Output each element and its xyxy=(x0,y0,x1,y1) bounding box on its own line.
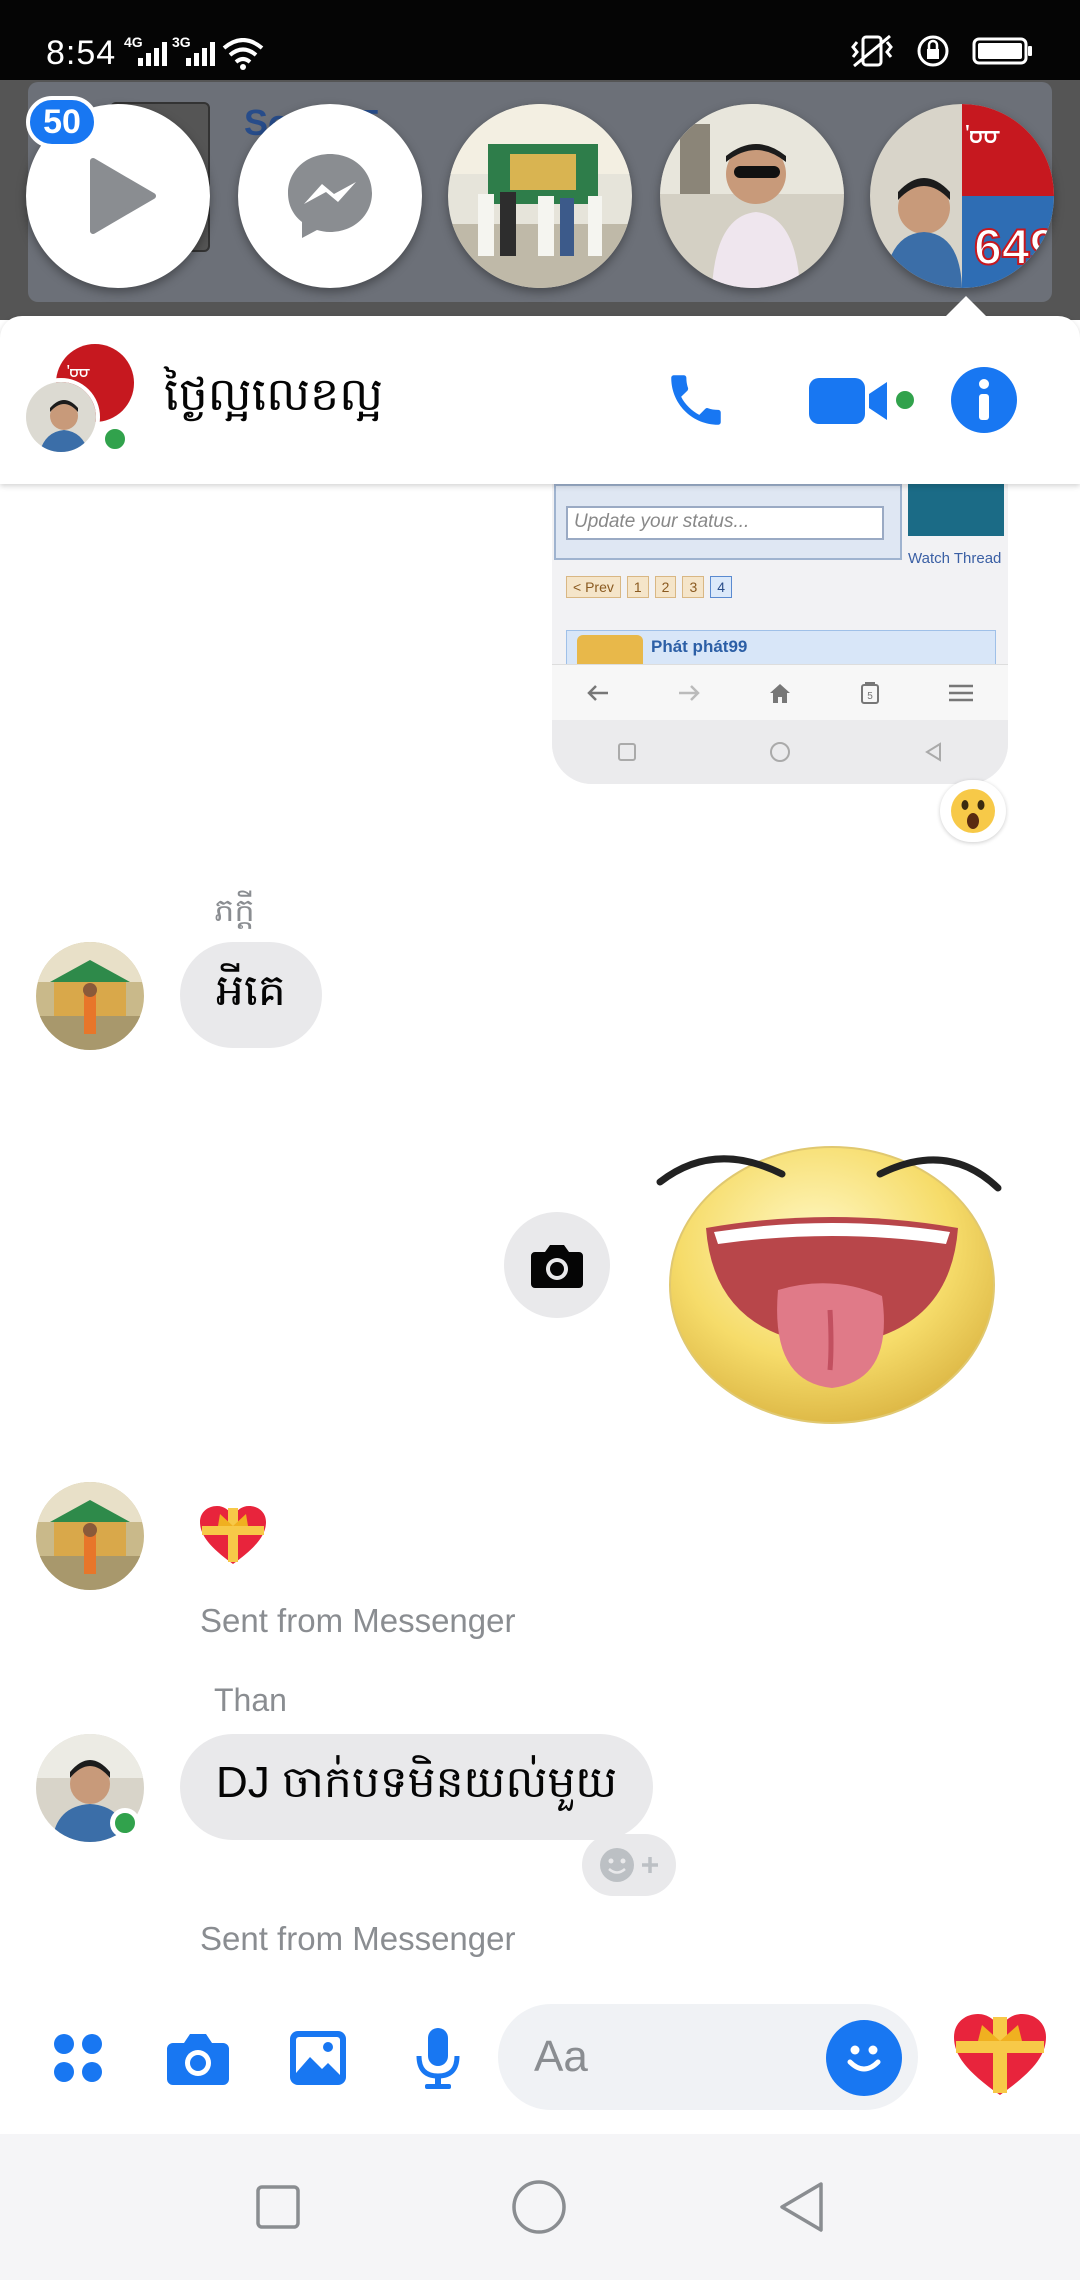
back-triangle-icon xyxy=(924,742,941,762)
gallery-button[interactable] xyxy=(274,2014,362,2102)
chat-head-ceremony[interactable] xyxy=(448,104,632,288)
message-bubble[interactable]: អីគេ xyxy=(180,942,322,1048)
shared-screenshot-message[interactable]: Update your status... Watch Thread < Pre… xyxy=(552,484,1008,784)
sender-name: ភក្តី xyxy=(214,892,255,928)
forward-arrow-icon xyxy=(678,684,700,701)
voice-message-button[interactable] xyxy=(394,2014,482,2102)
forum-post: Phát phát99 xyxy=(566,630,996,669)
post-author: Phát phát99 xyxy=(651,637,748,656)
plus-icon xyxy=(642,1857,658,1873)
messenger-icon xyxy=(288,154,372,238)
lotto-649-avatar: ᡃᡂ 649 xyxy=(870,104,1054,288)
info-icon xyxy=(951,367,1017,433)
browser-toolbar: 5 xyxy=(552,664,1008,720)
temple-avatar xyxy=(36,942,144,1050)
battery-icon xyxy=(972,37,1032,65)
sender-avatar[interactable] xyxy=(36,1482,144,1590)
chat-head-pointer xyxy=(944,296,988,318)
vibrate-icon xyxy=(851,34,893,68)
home-button[interactable] xyxy=(511,2179,567,2235)
sender-avatar[interactable] xyxy=(36,942,144,1050)
clock: 8:54 xyxy=(46,34,117,72)
recent-apps-icon xyxy=(618,743,637,761)
gift-heart-icon xyxy=(954,2014,1046,2095)
online-indicator xyxy=(100,424,130,454)
status-input-preview: Update your status... xyxy=(566,506,884,540)
sender-name: Than xyxy=(214,1682,287,1718)
home-icon xyxy=(769,683,790,703)
chat-head-man-sunglasses[interactable] xyxy=(660,104,844,288)
conversation-info-button[interactable] xyxy=(942,358,1026,442)
wow-emoji-icon xyxy=(951,789,995,833)
messenger-chat-head[interactable] xyxy=(238,104,422,288)
message-bubble[interactable]: DJ ចាក់បទមិនយល់មួយ xyxy=(180,1734,654,1840)
group-avatar-member xyxy=(22,378,100,456)
quick-reaction-button[interactable] xyxy=(950,2004,1050,2104)
system-navigation-bar xyxy=(0,2134,1080,2280)
smiley-icon xyxy=(600,1848,634,1882)
forum-banner xyxy=(908,484,1004,536)
svg-text:5: 5 xyxy=(867,691,873,702)
emoji-button[interactable] xyxy=(826,2020,902,2096)
forum-pager: < Prev 1 2 3 4 xyxy=(566,576,733,598)
conversation-title[interactable]: ថ្ងៃល្អលេខល្អ xyxy=(164,366,383,433)
image-icon xyxy=(290,2031,346,2085)
camera-button[interactable] xyxy=(154,2014,242,2102)
smiley-icon xyxy=(847,2045,881,2072)
wifi-icon xyxy=(222,38,264,70)
recent-apps-button[interactable] xyxy=(255,2184,301,2230)
signal-icon: 4G xyxy=(124,34,168,66)
camera-icon xyxy=(167,2034,229,2085)
four-dots-icon xyxy=(54,2034,102,2082)
conversation-header: ᡃᡂ ថ្ងៃល្អលេខល្អ xyxy=(0,316,1080,484)
temple-avatar xyxy=(36,1482,144,1590)
screenshot-system-nav xyxy=(552,720,1008,784)
home-circle-icon xyxy=(769,742,790,762)
watch-thread-link: Watch Thread xyxy=(908,550,1002,567)
message-composer xyxy=(0,1984,1080,2134)
sent-from-footer: Sent from Messenger xyxy=(200,1920,516,1957)
online-indicator xyxy=(110,1808,140,1838)
more-actions-button[interactable] xyxy=(34,2014,122,2102)
camera-icon xyxy=(531,1245,583,1288)
reaction-wow[interactable] xyxy=(940,780,1006,842)
svg-text:ᡃᡂ: ᡃᡂ xyxy=(966,118,1001,151)
tongue-out-sticker[interactable] xyxy=(654,1110,1010,1430)
phone-icon xyxy=(671,375,721,425)
man-sunglasses-avatar xyxy=(660,104,844,288)
gift-heart-emoji[interactable] xyxy=(198,1504,268,1566)
video-camera-icon xyxy=(809,378,914,424)
play-icon xyxy=(90,158,156,234)
status-bar: 8:54 4G 3G xyxy=(0,0,1080,80)
voice-call-button[interactable] xyxy=(654,358,738,442)
rotation-lock-icon xyxy=(917,35,949,67)
add-reaction-button[interactable] xyxy=(582,1834,676,1896)
video-call-button[interactable] xyxy=(800,358,920,442)
menu-icon xyxy=(949,684,974,701)
unread-badge: 50 xyxy=(26,96,98,148)
group-photo-avatar xyxy=(448,104,632,288)
sent-from-footer: Sent from Messenger xyxy=(200,1602,516,1639)
chat-head-lotto[interactable]: ᡃᡂ 649 xyxy=(870,104,1054,288)
signal-icon: 3G xyxy=(172,34,216,66)
back-arrow-icon xyxy=(586,684,608,701)
tabs-icon: 5 xyxy=(861,681,880,704)
quick-camera-button[interactable] xyxy=(504,1212,610,1318)
microphone-icon xyxy=(416,2028,460,2089)
back-button[interactable] xyxy=(777,2180,825,2234)
